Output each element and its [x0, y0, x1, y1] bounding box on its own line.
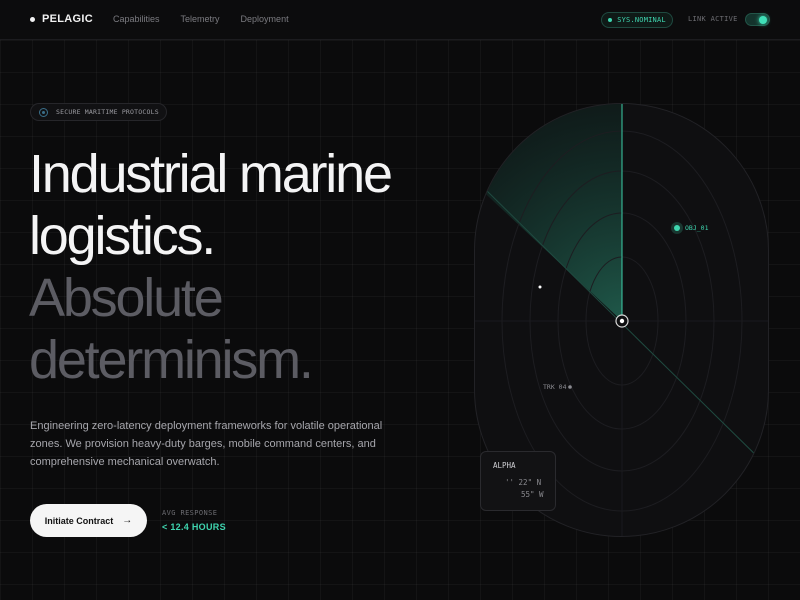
- brand-dot-icon: [30, 16, 35, 22]
- link-status-label: LINK ACTIVE: [688, 15, 738, 23]
- avg-response-value: < 12.4 HOURS: [162, 522, 226, 532]
- hero-description: Engineering zero-latency deployment fram…: [30, 420, 383, 468]
- protocol-badge: SECURE MARITIME PROTOCOLS: [30, 103, 167, 121]
- info-card-lat: '' 22" N: [505, 478, 542, 487]
- target-info-card: ALPHA '' 22" N 55" W: [480, 451, 556, 511]
- target-trk-icon: [568, 385, 572, 389]
- system-status-text: SYS.NOMINAL: [617, 16, 666, 24]
- track-label-obj: OBJ_01: [685, 224, 709, 232]
- cta-label: Initiate Contract: [44, 515, 114, 526]
- track-label-trk: TRK 04: [543, 383, 567, 391]
- info-card-lon: 55" W: [521, 490, 544, 499]
- system-status-badge: SYS.NOMINAL: [601, 12, 673, 28]
- brand-name: PELAGIC: [42, 13, 93, 25]
- nav-links: Capabilities Telemetry Deployment: [113, 14, 289, 24]
- headline-line-4: determinism.: [29, 330, 314, 390]
- nav-link-deployment[interactable]: Deployment: [241, 14, 289, 24]
- shield-dot-icon: [39, 107, 48, 117]
- info-card-title: ALPHA: [493, 461, 516, 470]
- avg-response-label: AVG RESPONSE: [162, 509, 218, 517]
- blip: [538, 285, 542, 289]
- nav-link-telemetry[interactable]: Telemetry: [181, 14, 220, 24]
- status-dot-icon: [608, 18, 613, 22]
- nav-link-capabilities[interactable]: Capabilities: [113, 14, 160, 24]
- top-nav: PELAGIC Capabilities Telemetry Deploymen…: [0, 0, 800, 40]
- headline-line-3: Absolute: [29, 268, 224, 328]
- brand[interactable]: PELAGIC: [30, 13, 93, 25]
- arrow-right-icon: →: [122, 515, 133, 526]
- link-toggle[interactable]: [745, 13, 770, 26]
- protocol-badge-text: SECURE MARITIME PROTOCOLS: [56, 108, 159, 116]
- hero-headline: Industrial marine logistics. Absolute de…: [29, 143, 469, 391]
- headline-line-1: Industrial marine: [29, 144, 393, 204]
- toggle-icon: [759, 16, 767, 24]
- radar-sweep: [475, 104, 622, 321]
- headline-line-2: logistics.: [29, 206, 216, 266]
- initiate-contract-button[interactable]: Initiate Contract →: [30, 504, 147, 537]
